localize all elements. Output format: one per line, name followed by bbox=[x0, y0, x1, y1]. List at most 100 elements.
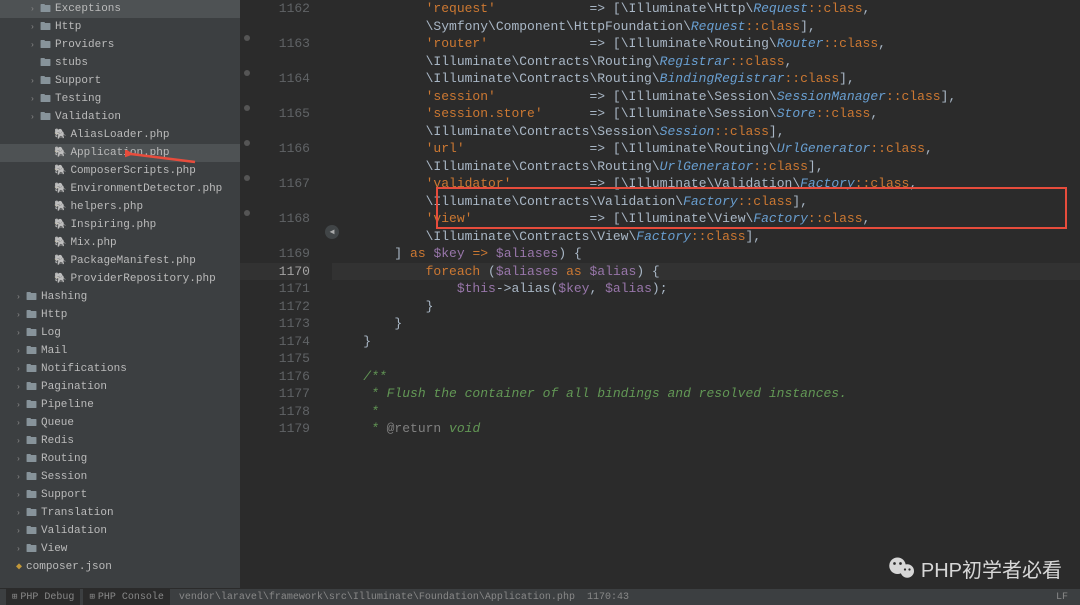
tree-label: Support bbox=[55, 75, 101, 87]
code-line[interactable]: \Illuminate\Contracts\Validation\Factory… bbox=[332, 193, 1080, 211]
tree-item[interactable]: ◆composer.json bbox=[0, 558, 240, 576]
line-number bbox=[240, 18, 310, 36]
line-number: 1177 bbox=[240, 385, 310, 403]
tree-item[interactable]: ›🖿Support bbox=[0, 72, 240, 90]
tree-item[interactable]: ›🖿Redis bbox=[0, 432, 240, 450]
line-ending[interactable]: LF bbox=[1050, 589, 1074, 605]
code-line[interactable]: \Illuminate\Contracts\Routing\UrlGenerat… bbox=[332, 158, 1080, 176]
code-line[interactable]: \Illuminate\Contracts\Session\Session::c… bbox=[332, 123, 1080, 141]
chevron-icon: › bbox=[16, 509, 26, 518]
tree-item[interactable]: ›🖿Log bbox=[0, 324, 240, 342]
line-number: 1173 bbox=[240, 315, 310, 333]
tree-item[interactable]: 🐘Inspiring.php bbox=[0, 216, 240, 234]
tree-item[interactable]: 🐘AliasLoader.php bbox=[0, 126, 240, 144]
tree-item[interactable]: 🐘ComposerScripts.php bbox=[0, 162, 240, 180]
tree-item[interactable]: ›🖿View bbox=[0, 540, 240, 558]
chevron-icon: › bbox=[30, 77, 40, 86]
code-content[interactable]: 'request' => [\Illuminate\Http\Request::… bbox=[330, 0, 1080, 588]
tree-item[interactable]: 🖿stubs bbox=[0, 54, 240, 72]
code-editor[interactable]: 1162116311641165116611671168116911701171… bbox=[240, 0, 1080, 588]
code-line[interactable]: 'url' => [\Illuminate\Routing\UrlGenerat… bbox=[332, 140, 1080, 158]
panel-collapse-button[interactable]: ◀ bbox=[325, 225, 339, 239]
php-console-button[interactable]: ⊞PHP Console bbox=[83, 589, 169, 605]
chevron-icon: › bbox=[16, 455, 26, 464]
gutter-marker bbox=[244, 140, 250, 146]
code-line[interactable]: \Illuminate\Contracts\Routing\Registrar:… bbox=[332, 53, 1080, 71]
tree-label: Routing bbox=[41, 453, 87, 465]
tree-item[interactable]: ›🖿Queue bbox=[0, 414, 240, 432]
tree-label: Mix.php bbox=[70, 237, 116, 249]
code-line[interactable]: } bbox=[332, 333, 1080, 351]
tree-item[interactable]: ›🖿Http bbox=[0, 306, 240, 324]
code-line[interactable]: * @return void bbox=[332, 420, 1080, 438]
code-line[interactable]: 'router' => [\Illuminate\Routing\Router:… bbox=[332, 35, 1080, 53]
file-icon: 🐘 bbox=[54, 237, 66, 249]
cursor-position[interactable]: 1170:43 bbox=[581, 589, 635, 605]
line-number bbox=[240, 158, 310, 176]
tree-item[interactable]: ›🖿Validation bbox=[0, 522, 240, 540]
tree-item[interactable]: ›🖿Exceptions bbox=[0, 0, 240, 18]
tree-item[interactable]: 🐘PackageManifest.php bbox=[0, 252, 240, 270]
tree-item[interactable]: ›🖿Translation bbox=[0, 504, 240, 522]
tree-label: Providers bbox=[55, 39, 114, 51]
chevron-icon: › bbox=[16, 293, 26, 302]
tree-item[interactable]: ›🖿Notifications bbox=[0, 360, 240, 378]
line-gutter: 1162116311641165116611671168116911701171… bbox=[240, 0, 330, 588]
code-line[interactable]: \Illuminate\Contracts\Routing\BindingReg… bbox=[332, 70, 1080, 88]
tree-label: Hashing bbox=[41, 291, 87, 303]
tree-label: Session bbox=[41, 471, 87, 483]
code-line[interactable]: foreach ($aliases as $alias) { bbox=[332, 263, 1080, 281]
folder-icon: 🖿 bbox=[26, 450, 37, 469]
tree-item[interactable]: ›🖿Pagination bbox=[0, 378, 240, 396]
file-icon: 🐘 bbox=[54, 201, 66, 213]
tree-item[interactable]: ›🖿Http bbox=[0, 18, 240, 36]
tree-item[interactable]: 🐘EnvironmentDetector.php bbox=[0, 180, 240, 198]
code-line[interactable]: \Illuminate\Contracts\View\Factory::clas… bbox=[332, 228, 1080, 246]
code-line[interactable]: } bbox=[332, 315, 1080, 333]
bug-icon: ⊞ bbox=[89, 592, 94, 602]
tree-item[interactable]: 🐘 Mix.php bbox=[0, 234, 240, 252]
file-icon: ◆ bbox=[16, 561, 22, 573]
line-number: 1164 bbox=[240, 70, 310, 88]
folder-icon: 🖿 bbox=[26, 522, 37, 541]
folder-icon: 🖿 bbox=[40, 0, 51, 19]
tree-item[interactable]: ›🖿Session bbox=[0, 468, 240, 486]
file-tree-sidebar[interactable]: ›🖿Exceptions›🖿Http›🖿Providers🖿stubs›🖿Sup… bbox=[0, 0, 240, 588]
tree-item[interactable]: ›🖿Pipeline bbox=[0, 396, 240, 414]
tree-item[interactable]: 🐘 helpers.php bbox=[0, 198, 240, 216]
code-line[interactable]: ] as $key => $aliases) { bbox=[332, 245, 1080, 263]
code-line[interactable] bbox=[332, 350, 1080, 368]
tree-item[interactable]: 🐘ProviderRepository.php bbox=[0, 270, 240, 288]
tree-item[interactable]: ›🖿Providers bbox=[0, 36, 240, 54]
tree-item[interactable]: ›🖿 Routing bbox=[0, 450, 240, 468]
code-line[interactable]: $this->alias($key, $alias); bbox=[332, 280, 1080, 298]
code-line[interactable]: } bbox=[332, 298, 1080, 316]
code-line[interactable]: 'request' => [\Illuminate\Http\Request::… bbox=[332, 0, 1080, 18]
tree-label: helpers.php bbox=[70, 201, 143, 213]
tree-item[interactable]: ›🖿Testing bbox=[0, 90, 240, 108]
tree-item[interactable]: ›🖿Mail bbox=[0, 342, 240, 360]
line-number: 1169 bbox=[240, 245, 310, 263]
code-line[interactable]: * bbox=[332, 403, 1080, 421]
code-line[interactable]: /** bbox=[332, 368, 1080, 386]
php-debug-button[interactable]: ⊞PHP Debug bbox=[6, 589, 80, 605]
line-number: 1172 bbox=[240, 298, 310, 316]
tree-item[interactable]: ›🖿Support bbox=[0, 486, 240, 504]
code-line[interactable]: * Flush the container of all bindings an… bbox=[332, 385, 1080, 403]
line-number bbox=[240, 193, 310, 211]
file-icon: 🐘 bbox=[54, 255, 66, 267]
folder-icon: 🖿 bbox=[26, 342, 37, 361]
code-line[interactable]: \Symfony\Component\HttpFoundation\Reques… bbox=[332, 18, 1080, 36]
line-number: 1166 bbox=[240, 140, 310, 158]
tree-item[interactable]: 🐘Application.php bbox=[0, 144, 240, 162]
code-line[interactable]: 'validator' => [\Illuminate\Validation\F… bbox=[332, 175, 1080, 193]
code-line[interactable]: 'view' => [\Illuminate\View\Factory::cla… bbox=[332, 210, 1080, 228]
code-line[interactable]: 'session' => [\Illuminate\Session\Sessio… bbox=[332, 88, 1080, 106]
file-icon: 🐘 bbox=[54, 183, 66, 195]
tree-item[interactable]: ›🖿Hashing bbox=[0, 288, 240, 306]
line-number bbox=[240, 88, 310, 106]
tree-label: Validation bbox=[55, 111, 121, 123]
line-number: 1170 bbox=[240, 263, 310, 281]
code-line[interactable]: 'session.store' => [\Illuminate\Session\… bbox=[332, 105, 1080, 123]
tree-item[interactable]: ›🖿Validation bbox=[0, 108, 240, 126]
